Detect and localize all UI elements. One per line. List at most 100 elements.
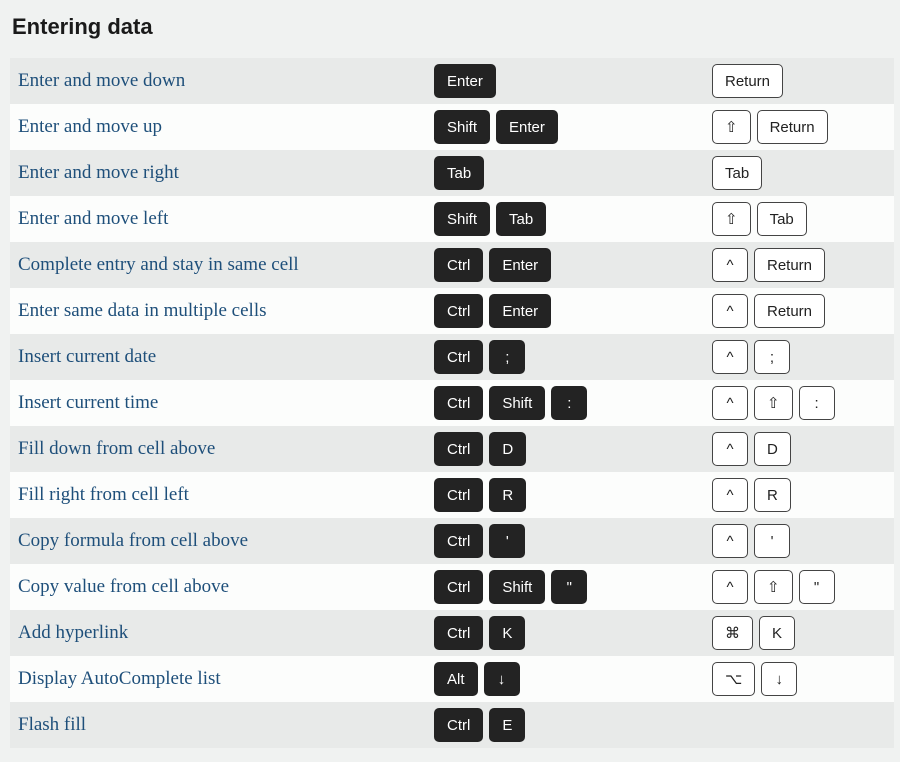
shortcut-name: Copy value from cell above: [10, 576, 434, 598]
key: Ctrl: [434, 432, 483, 466]
key: R: [754, 478, 791, 512]
key: ;: [489, 340, 525, 374]
key: ^: [712, 248, 748, 282]
windows-keys: ShiftTab: [434, 202, 712, 236]
shortcut-name: Copy formula from cell above: [10, 530, 434, 552]
windows-keys: Enter: [434, 64, 712, 98]
shortcut-name: Enter and move down: [10, 70, 434, 92]
shortcut-name: Complete entry and stay in same cell: [10, 254, 434, 276]
section-title: Entering data: [12, 14, 894, 40]
key: Tab: [712, 156, 762, 190]
shortcut-link[interactable]: Enter and move up: [18, 116, 162, 137]
shortcut-name: Enter and move left: [10, 208, 434, 230]
key: ^: [712, 570, 748, 604]
key: ;: [754, 340, 790, 374]
key: Tab: [496, 202, 546, 236]
key: Ctrl: [434, 616, 483, 650]
key: ↓: [484, 662, 520, 696]
mac-keys: ^⇧": [712, 570, 894, 604]
shortcut-name: Fill down from cell above: [10, 438, 434, 460]
key: Return: [757, 110, 828, 144]
shortcut-name: Flash fill: [10, 714, 434, 736]
key: Ctrl: [434, 570, 483, 604]
key: ^: [712, 524, 748, 558]
table-row: Fill down from cell aboveCtrlD^D: [10, 426, 894, 472]
table-row: Add hyperlinkCtrlK⌘K: [10, 610, 894, 656]
key: ⇧: [754, 570, 793, 604]
key: Ctrl: [434, 524, 483, 558]
key: ': [754, 524, 790, 558]
windows-keys: CtrlShift:: [434, 386, 712, 420]
windows-keys: Ctrl;: [434, 340, 712, 374]
table-row: Insert current dateCtrl;^;: [10, 334, 894, 380]
table-row: Copy formula from cell aboveCtrl'^': [10, 518, 894, 564]
key: Tab: [434, 156, 484, 190]
mac-keys: ⇧Return: [712, 110, 894, 144]
key: Return: [754, 294, 825, 328]
shortcut-link[interactable]: Insert current time: [18, 392, 158, 413]
windows-keys: CtrlShift": [434, 570, 712, 604]
windows-keys: CtrlD: [434, 432, 712, 466]
shortcut-link[interactable]: Display AutoComplete list: [18, 668, 221, 689]
key: Ctrl: [434, 294, 483, 328]
shortcut-name: Insert current time: [10, 392, 434, 414]
key: Enter: [489, 248, 551, 282]
mac-keys: Return: [712, 64, 894, 98]
key: Ctrl: [434, 340, 483, 374]
shortcut-link[interactable]: Add hyperlink: [18, 622, 128, 643]
shortcut-name: Enter and move up: [10, 116, 434, 138]
key: ^: [712, 294, 748, 328]
key: ": [799, 570, 835, 604]
table-row: Flash fill CtrlE: [10, 702, 894, 748]
key: ^: [712, 432, 748, 466]
shortcut-name: Display AutoComplete list: [10, 668, 434, 690]
shortcut-name: Fill right from cell left: [10, 484, 434, 506]
shortcut-link[interactable]: Enter same data in multiple cells: [18, 300, 267, 321]
shortcut-link[interactable]: Fill right from cell left: [18, 484, 189, 505]
key: Ctrl: [434, 248, 483, 282]
mac-keys: Tab: [712, 156, 894, 190]
shortcut-link[interactable]: Complete entry and stay in same cell: [18, 254, 299, 275]
key: Ctrl: [434, 386, 483, 420]
key: Tab: [757, 202, 807, 236]
key: R: [489, 478, 526, 512]
key: Shift: [489, 570, 545, 604]
key: Return: [754, 248, 825, 282]
shortcut-link[interactable]: Fill down from cell above: [18, 438, 215, 459]
windows-keys: CtrlEnter: [434, 294, 712, 328]
mac-keys: ^⇧:: [712, 386, 894, 420]
mac-keys: ^': [712, 524, 894, 558]
key: Enter: [489, 294, 551, 328]
key: ⇧: [712, 202, 751, 236]
shortcut-link[interactable]: Enter and move down: [18, 70, 185, 91]
key: D: [754, 432, 791, 466]
key: ⌘: [712, 616, 753, 650]
key: ^: [712, 386, 748, 420]
shortcut-link[interactable]: Insert current date: [18, 346, 156, 367]
key: Enter: [434, 64, 496, 98]
windows-keys: Ctrl': [434, 524, 712, 558]
key: Shift: [434, 110, 490, 144]
table-row: Enter and move down Enter Return: [10, 58, 894, 104]
shortcut-link[interactable]: Copy value from cell above: [18, 576, 229, 597]
table-row: Enter and move right Tab Tab: [10, 150, 894, 196]
mac-keys: ⌘K: [712, 616, 894, 650]
key: Ctrl: [434, 478, 483, 512]
key: Enter: [496, 110, 558, 144]
shortcut-link[interactable]: Enter and move left: [18, 208, 168, 229]
mac-keys: ⇧Tab: [712, 202, 894, 236]
key: ': [489, 524, 525, 558]
table-row: Enter and move up ShiftEnter ⇧Return: [10, 104, 894, 150]
table-row: Copy value from cell aboveCtrlShift"^⇧": [10, 564, 894, 610]
key: Return: [712, 64, 783, 98]
table-row: Enter same data in multiple cells CtrlEnt…: [10, 288, 894, 334]
key: ⇧: [754, 386, 793, 420]
shortcut-name: Insert current date: [10, 346, 434, 368]
windows-keys: CtrlE: [434, 708, 712, 742]
key: E: [489, 708, 525, 742]
shortcut-link[interactable]: Copy formula from cell above: [18, 530, 248, 551]
shortcut-link[interactable]: Enter and move right: [18, 162, 179, 183]
mac-keys: ⌥↓: [712, 662, 894, 696]
shortcut-link[interactable]: Flash fill: [18, 714, 86, 735]
key: D: [489, 432, 526, 466]
